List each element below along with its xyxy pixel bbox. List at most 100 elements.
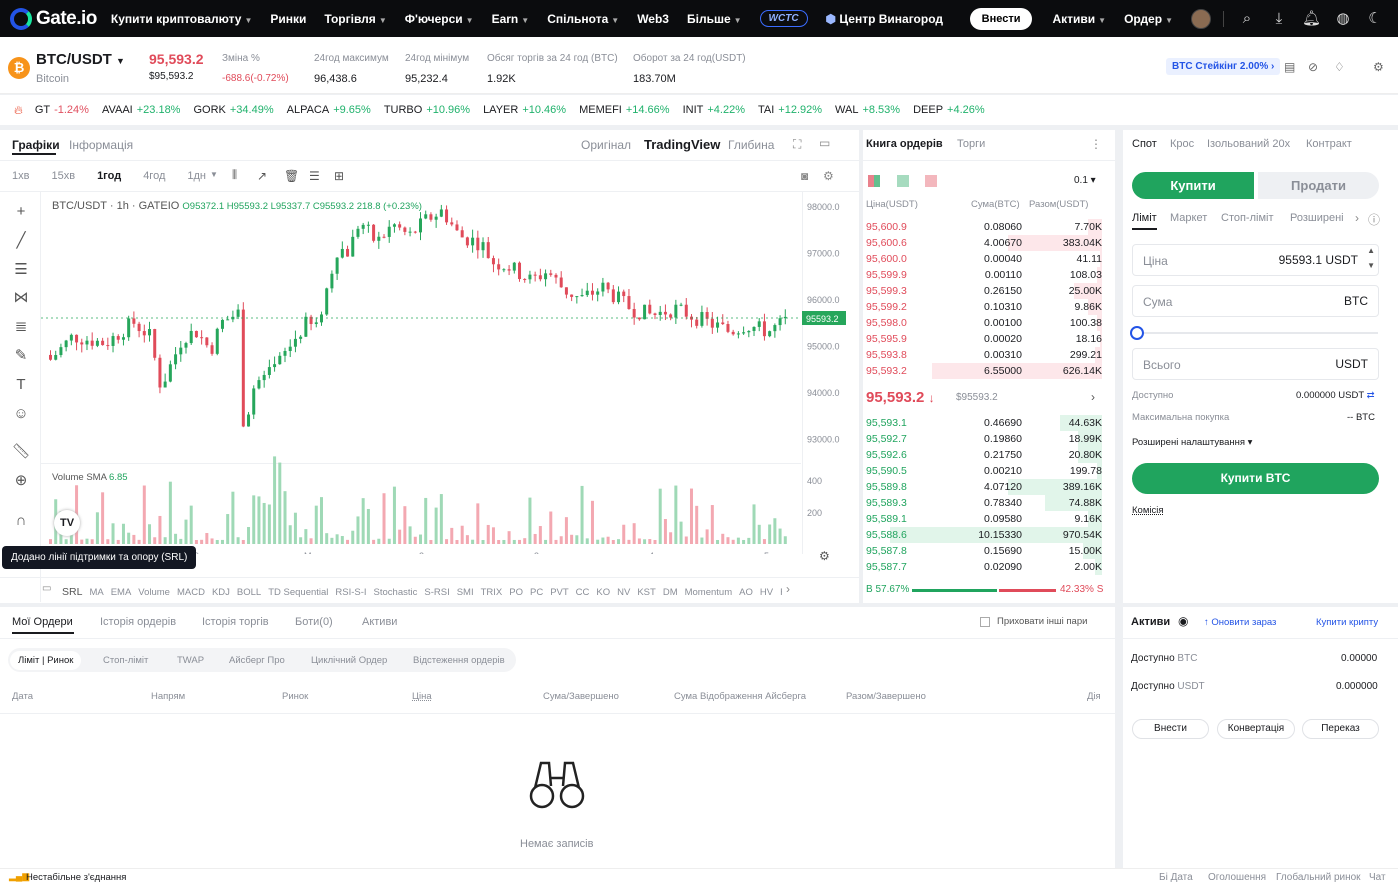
moon-icon[interactable]: ☾ (1366, 10, 1384, 28)
orderbook-row[interactable]: 95,599.3 0.26150 25.00K (866, 283, 1102, 299)
refresh-link[interactable]: ↑ Оновити зараз (1204, 617, 1276, 628)
orderbook-row[interactable]: 95,595.9 0.00020 18.16 (866, 331, 1102, 347)
indicator-item[interactable]: SRL (62, 586, 82, 598)
trash-icon[interactable]: 🗑︎ (284, 169, 299, 183)
asset-convert-button[interactable]: Конвертація (1217, 719, 1295, 739)
interval-0[interactable]: 1хв (12, 170, 29, 182)
indicator-item[interactable]: EMA (111, 587, 132, 598)
orderbook-row[interactable]: 95,600.9 0.08060 7.70K (866, 219, 1102, 235)
gainer-item[interactable]: MEMEFI +14.66% (579, 104, 670, 116)
indicator-item[interactable]: TD Sequential (268, 587, 328, 598)
nav-earn[interactable]: Earn ▼ (492, 12, 530, 26)
indicator-item[interactable]: AO (739, 587, 753, 598)
tab-orderbook[interactable]: Книга ордерів (866, 138, 943, 150)
chevron-right-icon[interactable]: › (1355, 211, 1359, 225)
avatar[interactable] (1191, 8, 1211, 29)
tab-cross[interactable]: Крос (1170, 138, 1194, 150)
fullscreen-icon[interactable]: ⛶ (793, 137, 801, 152)
nav-trade[interactable]: Торгівля ▼ (324, 12, 386, 26)
gainer-item[interactable]: WAL +8.53% (835, 104, 900, 116)
indicator-item[interactable]: MA (89, 587, 103, 598)
trendline-icon[interactable]: ╱ (11, 231, 31, 251)
nav-orders[interactable]: Ордер ▼ (1124, 12, 1173, 26)
both-sides-icon[interactable] (868, 175, 880, 187)
gainer-item[interactable]: AVAAI +23.18% (102, 104, 181, 116)
asks-only-icon[interactable] (925, 175, 937, 187)
gainer-item[interactable]: LAYER +10.46% (483, 104, 566, 116)
interval-2[interactable]: 1год (97, 170, 121, 182)
interval-3[interactable]: 4год (143, 170, 165, 182)
notes-icon[interactable]: ▤ (1284, 60, 1295, 74)
ruler-icon[interactable]: 📏︎ (11, 442, 31, 462)
indicator-item[interactable]: PO (509, 587, 523, 598)
bids-only-icon[interactable] (897, 175, 909, 187)
orders-tab-3[interactable]: Боти(0) (295, 616, 333, 628)
indicator-item[interactable]: CC (576, 587, 590, 598)
fee-link[interactable]: Комісія (1132, 505, 1163, 516)
transfer-icon[interactable]: ⇄ (1367, 390, 1375, 401)
price-input[interactable]: Ціна 95593.1 USDT ▲ ▼ (1132, 244, 1379, 276)
nav-more[interactable]: Більше ▼ (687, 12, 742, 26)
tradingview-logo[interactable]: TV (54, 510, 80, 536)
buy-tab-button[interactable]: Купити (1132, 172, 1254, 199)
search-icon[interactable]: ⌕ (1238, 10, 1256, 28)
orders-tab-0[interactable]: Мої Ордери (12, 616, 73, 628)
tab-info[interactable]: Інформація (69, 138, 133, 152)
indicator-item[interactable]: MACD (177, 587, 205, 598)
indicator-item[interactable]: KO (596, 587, 610, 598)
orders-tab-4[interactable]: Активи (362, 616, 397, 628)
asset-transfer-button[interactable]: Переказ (1302, 719, 1379, 739)
deposit-button[interactable]: Внести (969, 7, 1033, 30)
tab-trades[interactable]: Торги (957, 138, 985, 150)
orderbook-row[interactable]: 95,593.2 6.55000 626.14K (866, 363, 1102, 379)
indicator-item[interactable]: Momentum (685, 587, 733, 598)
type-limit[interactable]: Ліміт (1132, 212, 1157, 224)
text-tool-icon[interactable]: T (11, 375, 31, 395)
orderbook-row[interactable]: 95,587.7 0.02090 2.00K (866, 559, 1102, 575)
gainer-item[interactable]: ALPACA +9.65% (287, 104, 371, 116)
nav-futures[interactable]: Ф'ючерси ▼ (405, 12, 474, 26)
indicator-item[interactable]: PVT (550, 587, 568, 598)
horizontal-lines-icon[interactable]: ☰ (11, 260, 31, 280)
order-subtab-4[interactable]: Циклічний Ордер (311, 655, 387, 666)
list-icon[interactable]: ☰ (309, 169, 320, 183)
indicator-item[interactable]: RSI-S-I (335, 587, 366, 598)
view-depth[interactable]: Глибина (728, 138, 774, 152)
indicator-item[interactable]: S-RSI (424, 587, 449, 598)
nav-community[interactable]: Спільнота ▼ (547, 12, 619, 26)
chevron-right-icon[interactable]: › (1091, 390, 1095, 404)
total-input[interactable]: Всього USDT (1132, 348, 1379, 380)
indicator-item[interactable]: HV (760, 587, 773, 598)
buy-btc-button[interactable]: Купити BTC (1132, 463, 1379, 494)
footer-link-chat[interactable]: Чат (1369, 872, 1386, 883)
indicator-item[interactable]: BOLL (237, 587, 261, 598)
indicator-item[interactable]: NV (617, 587, 630, 598)
compass-icon[interactable]: ⊘ (1308, 60, 1318, 74)
tab-charts[interactable]: Графіки (12, 138, 60, 152)
globe-icon[interactable]: ◍ (1334, 10, 1352, 28)
hide-pairs-checkbox[interactable] (980, 617, 990, 627)
view-original[interactable]: Оригінал (581, 138, 631, 152)
wctc-badge[interactable]: WCTC (759, 10, 808, 27)
calendar-icon[interactable]: ▭ (42, 583, 51, 594)
indicator-item[interactable]: KDJ (212, 587, 230, 598)
settings-icon[interactable]: ⚙ (1373, 60, 1384, 74)
step-select[interactable]: 0.1 ▾ (1074, 175, 1096, 186)
gainer-item[interactable]: TURBO +10.96% (384, 104, 470, 116)
orderbook-row[interactable]: 95,589.1 0.09580 9.16K (866, 511, 1102, 527)
orders-tab-1[interactable]: Історія ордерів (100, 616, 176, 628)
chart-settings-icon[interactable]: ⚙ (823, 169, 834, 183)
nav-markets[interactable]: Ринки (270, 12, 306, 26)
footer-link-global-market[interactable]: Глобальний ринок (1276, 872, 1361, 883)
gainer-item[interactable]: GT -1.24% (35, 104, 89, 116)
order-subtab-0[interactable]: Ліміт | Ринок (10, 651, 82, 670)
orderbook-row[interactable]: 95,588.6 10.15330 970.54K (866, 527, 1102, 543)
gainer-item[interactable]: TAI +12.92% (758, 104, 822, 116)
magnet-icon[interactable]: ∩ (11, 511, 31, 531)
orderbook-row[interactable]: 95,590.5 0.00210 199.78 (866, 463, 1102, 479)
type-market[interactable]: Маркет (1170, 212, 1207, 224)
emoji-icon[interactable]: ☺ (11, 404, 31, 424)
indicator-icon[interactable]: ↗ (257, 169, 267, 183)
order-subtab-3[interactable]: Айсберг Про (229, 655, 285, 666)
orderbook-row[interactable]: 95,587.8 0.15690 15.00K (866, 543, 1102, 559)
